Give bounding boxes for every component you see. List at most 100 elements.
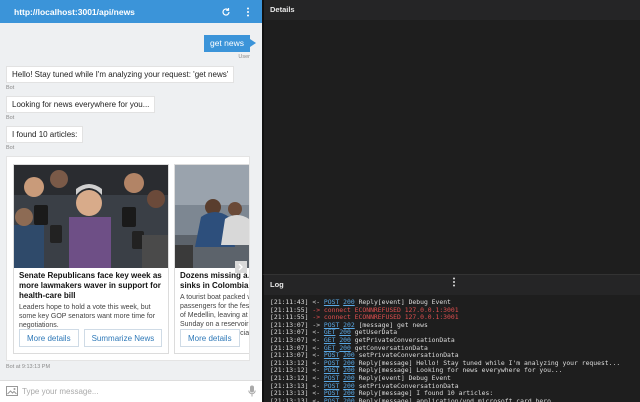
refresh-icon[interactable] [218,4,234,20]
log-direction: <- [312,374,321,382]
hero-card-carousel: Senate Republicans face key week as more… [6,156,250,361]
log-entry: [21:13:13] <- POST 200 Reply[message] ap… [270,398,640,402]
log-entry: [21:11:55] -> connect ECONNREFUSED 127.0… [270,307,640,315]
log-status-link[interactable]: 200 [339,337,351,344]
news-subtitle: Leaders hope to hold a vote this week, b… [19,304,156,329]
log-direction: <- [312,336,321,344]
log-text: Reply[event] Debug Event [358,374,451,382]
log-text: Reply[message] Looking for news everywhe… [358,367,563,375]
log-entry: [21:13:07] -> POST 202 [message] get new… [270,322,640,330]
log-verb-link[interactable]: POST [324,390,339,397]
log-verb-link[interactable]: POST [324,398,339,402]
log-verb-link[interactable]: POST [324,352,339,359]
log-text: connect ECONNREFUSED 127.0.0.1:3001 [323,306,459,314]
log-status-link[interactable]: 200 [339,329,351,336]
log-verb-link[interactable]: POST [324,367,339,374]
log-status-link[interactable]: 200 [343,383,355,390]
news-card: Senate Republicans face key week as more… [13,164,169,354]
log-direction: <- [312,397,321,402]
log-entry: [21:13:13] <- POST 200 Reply[message] I … [270,390,640,398]
log-direction: -> [312,314,321,322]
log-text: Reply[message] application/vnd.microsoft… [358,397,551,402]
news-image [175,165,249,268]
endpoint-url[interactable]: http://localhost:3001/api/news [14,7,212,17]
more-details-button[interactable]: More details [19,329,79,347]
log-text: Reply[message] Hello! Stay tuned while I… [358,359,621,367]
message-input[interactable] [22,387,248,396]
log-status-link[interactable]: 200 [343,375,355,382]
more-vertical-icon[interactable] [240,4,256,20]
log-direction: <- [312,352,321,360]
user-label: User [238,54,250,60]
details-title: Details [264,0,640,20]
log-entry: [21:13:13] <- POST 200 setPrivateConvers… [270,383,640,391]
log-status-link[interactable]: 200 [343,367,355,374]
user-message: get news [203,35,250,52]
log-verb-link[interactable]: POST [324,383,339,390]
log-text: setPrivateConversationData [358,352,459,360]
log-time: [21:13:07] [270,321,309,329]
log-verb-link[interactable]: POST [324,299,339,306]
log-list: [21:11:43] <- POST 200 Reply[event] Debu… [264,295,640,402]
more-vertical-icon[interactable] [452,275,640,295]
log-direction: <- [312,329,321,337]
log-entry: [21:13:12] <- POST 200 Reply[message] Lo… [270,367,640,375]
log-verb-link[interactable]: POST [324,375,339,382]
log-time: [21:13:13] [270,390,309,398]
log-status-link[interactable]: 200 [343,398,355,402]
log-status-link[interactable]: 200 [343,360,355,367]
image-upload-icon[interactable] [6,385,18,398]
log-status-link[interactable]: 200 [343,299,355,306]
log-text: getPrivateConversationData [354,336,455,344]
log-header: Log [264,275,640,295]
log-time: [21:13:12] [270,367,309,375]
log-text: Reply[event] Debug Event [358,299,451,306]
log-entry: [21:13:07] <- GET 200 getPrivateConversa… [270,337,640,345]
news-card: Dozens missing a… sinks in Colombia A to… [174,164,249,354]
log-entry: [21:11:43] <- POST 200 Reply[event] Debu… [270,299,640,307]
log-time: [21:13:12] [270,359,309,367]
log-time: [21:13:07] [270,329,309,337]
microphone-icon[interactable] [248,385,256,399]
more-details-button[interactable]: More details [180,329,240,347]
news-title[interactable]: Senate Republicans face key week as more… [14,268,168,301]
bot-label: Bot [6,115,15,121]
log-status-link[interactable]: 200 [343,352,355,359]
log-time: [21:13:07] [270,344,309,352]
message-input-bar [0,380,262,402]
log-panel: Log [21:11:43] <- POST 200 Reply[event] … [262,274,640,402]
log-verb-link[interactable]: POST [324,322,339,329]
log-status-link[interactable]: 200 [343,390,355,397]
log-verb-link[interactable]: GET [324,329,336,336]
log-entry: [21:13:07] <- GET 200 getUserData [270,329,640,337]
chat-header: http://localhost:3001/api/news [0,0,262,23]
log-time: [21:11:55] [270,314,309,322]
chevron-right-icon[interactable] [235,261,247,273]
log-text: connect ECONNREFUSED 127.0.0.1:3001 [323,314,459,322]
log-direction: <- [312,344,321,352]
log-verb-link[interactable]: GET [324,345,336,352]
log-title: Log [270,280,284,289]
log-direction: <- [312,359,321,367]
log-entry: [21:11:55] -> connect ECONNREFUSED 127.0… [270,314,640,322]
log-direction: <- [312,367,321,375]
log-time: [21:11:43] [270,299,309,306]
bot-label: Bot [6,85,15,91]
log-entry: [21:13:12] <- POST 200 Reply[message] He… [270,360,640,368]
bot-message: I found 10 articles: [6,126,84,143]
details-panel: Details [262,0,640,274]
user-bubble-tail [250,39,256,47]
summarize-news-button[interactable]: Summarize News [83,329,163,347]
log-time: [21:13:07] [270,336,309,344]
log-status-link[interactable]: 202 [343,322,355,329]
log-verb-link[interactable]: POST [324,360,339,367]
log-status-link[interactable]: 200 [339,345,351,352]
log-time: [21:13:07] [270,352,309,360]
chat-pane: http://localhost:3001/api/news get news … [0,0,262,402]
log-verb-link[interactable]: GET [324,337,336,344]
log-text: getUserData [354,329,398,337]
bot-message: Looking for news everywhere for you... [6,96,156,113]
log-direction: <- [312,299,321,306]
log-text: setPrivateConversationData [358,382,459,390]
log-text: getConversationData [354,344,428,352]
